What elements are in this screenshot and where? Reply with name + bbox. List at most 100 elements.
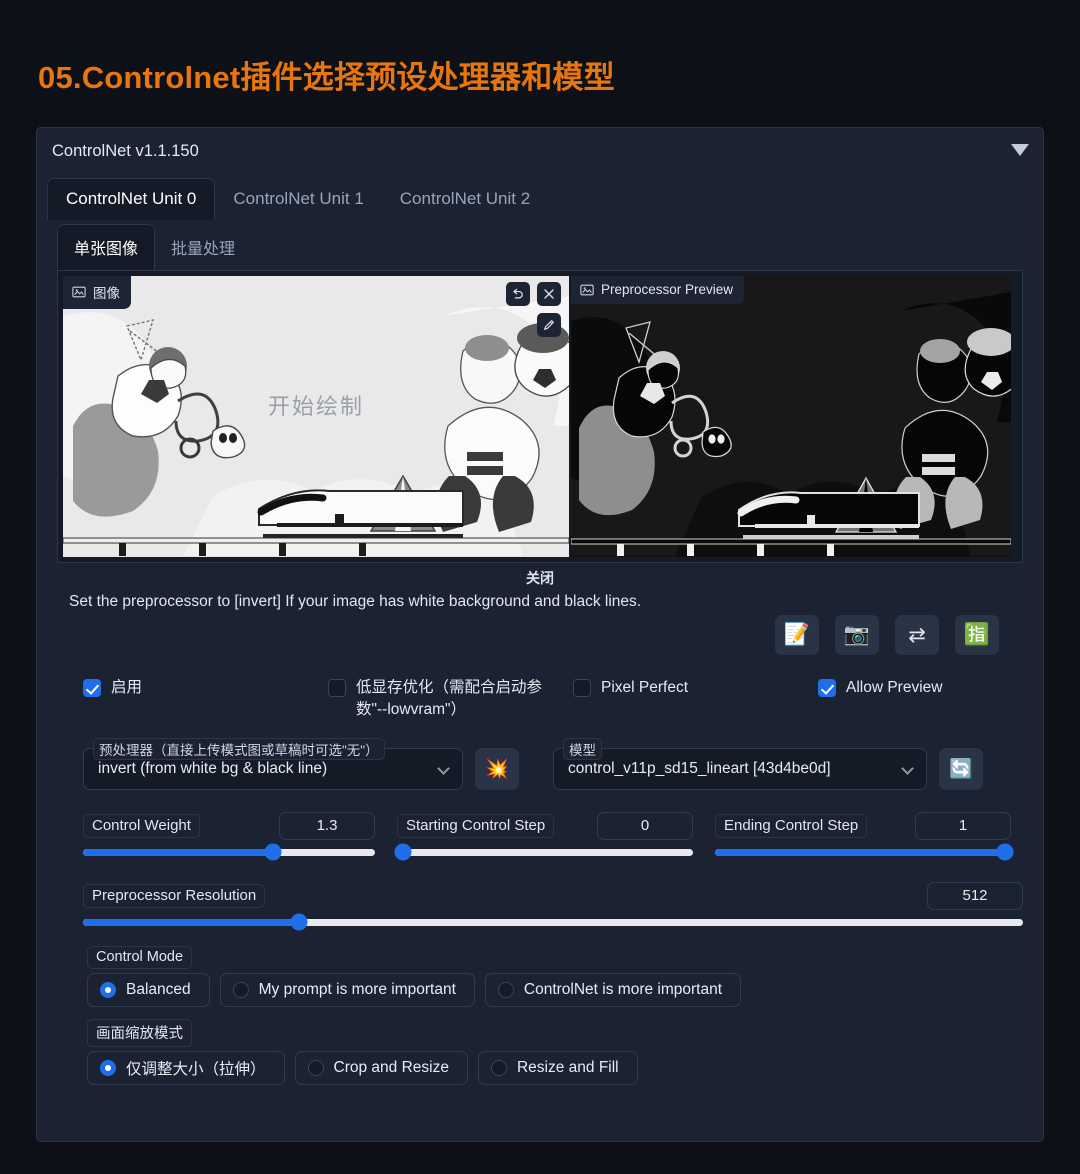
controlnet-panel: ControlNet v1.1.150 ControlNet Unit 0 Co…	[36, 127, 1044, 1142]
run-preprocessor-button[interactable]: 💥	[475, 747, 519, 790]
panel-title: ControlNet v1.1.150	[52, 142, 199, 160]
page-title: 05.Controlnet插件选择预设处理器和模型	[38, 60, 615, 95]
slider-fill	[83, 918, 300, 926]
radio-just-resize-label: 仅调整大小（拉伸）	[126, 1060, 266, 1078]
tab-controlnet-unit-0[interactable]: ControlNet Unit 0	[47, 178, 216, 220]
slider-thumb[interactable]	[394, 843, 412, 861]
sub-tab-bar: 单张图像 批量处理	[57, 224, 1033, 270]
slider-ending-control-step-track[interactable]	[715, 843, 1014, 861]
tab-single-image[interactable]: 单张图像	[57, 224, 156, 270]
checkbox-allow-preview-label: Allow Preview	[846, 679, 943, 696]
camera-button[interactable]: 📷	[835, 615, 879, 655]
close-icon[interactable]	[537, 282, 561, 306]
slider-preprocessor-resolution-label: Preprocessor Resolution	[83, 883, 266, 908]
radio-just-resize[interactable]: 仅调整大小（拉伸）	[87, 1050, 285, 1085]
image-icon	[580, 284, 594, 295]
preprocessor-hint: Set the preprocessor to [invert] If your…	[69, 593, 642, 610]
chevron-down-icon	[437, 762, 450, 775]
slider-starting-control-step-track[interactable]	[394, 843, 693, 861]
slider-thumb[interactable]	[290, 913, 308, 931]
radio-dot	[232, 981, 249, 998]
tab-controlnet-unit-1[interactable]: ControlNet Unit 1	[215, 179, 381, 220]
canvas-placeholder: 开始绘制	[267, 394, 365, 420]
action-button-row: 📝 📷 ⇄ 🈯	[47, 615, 999, 655]
model-selection-row: 预处理器（直接上传模式图或草稿时可选"无"） invert (from whit…	[83, 737, 1033, 790]
radio-dot	[490, 1059, 507, 1076]
checkbox-lowvram-label: 低显存优化（需配合启动参数"--lowvram"）	[356, 679, 543, 719]
canvas-button-group	[506, 282, 561, 306]
swap-button[interactable]: ⇄	[895, 615, 939, 655]
japanese-symbol-button[interactable]: 🈯	[955, 615, 999, 655]
radio-crop-and-resize[interactable]: Crop and Resize	[294, 1050, 468, 1085]
radio-balanced[interactable]: Balanced	[87, 972, 210, 1007]
model-label: 模型	[563, 737, 602, 760]
slider-starting-control-step-label: Starting Control Step	[397, 813, 555, 838]
resize-mode-options: 仅调整大小（拉伸） Crop and Resize Resize and Fil…	[87, 1050, 1033, 1085]
radio-dot	[100, 981, 116, 998]
radio-controlnet-important[interactable]: ControlNet is more important	[484, 972, 742, 1007]
slider-control-weight-label: Control Weight	[83, 813, 200, 838]
preprocessor-field: 预处理器（直接上传模式图或草稿时可选"无"） invert (from whit…	[83, 737, 463, 790]
checkbox-pixel-perfect-box[interactable]	[573, 679, 591, 697]
checkbox-allow-preview-box[interactable]	[818, 679, 836, 697]
checkbox-enable-label: 启用	[111, 679, 143, 696]
radio-resize-and-fill[interactable]: Resize and Fill	[477, 1050, 638, 1085]
slider-row-2: Preprocessor Resolution 512	[83, 881, 1023, 931]
radio-crop-and-resize-label: Crop and Resize	[333, 1058, 449, 1076]
slider-starting-control-step: Starting Control Step 0	[394, 811, 693, 861]
chevron-down-icon[interactable]	[1011, 144, 1029, 156]
preprocessor-label: 预处理器（直接上传模式图或草稿时可选"无"）	[93, 737, 385, 760]
option-checkbox-row: 启用 低显存优化（需配合启动参数"--lowvram"） Pixel Perfe…	[83, 677, 1033, 722]
slider-thumb[interactable]	[996, 843, 1014, 861]
radio-dot	[307, 1059, 324, 1076]
resize-mode-group: 画面缩放模式 仅调整大小（拉伸） Crop and Resize Resize …	[87, 1018, 1033, 1085]
checkbox-enable[interactable]: 启用	[83, 677, 328, 699]
edit-note-button[interactable]: 📝	[775, 615, 819, 655]
preprocessor-preview-tag-label: Preprocessor Preview	[601, 282, 734, 297]
model-select[interactable]: control_v11p_sd15_lineart [43d4be0d]	[553, 747, 927, 790]
chevron-down-icon	[901, 762, 914, 775]
refresh-models-button[interactable]: 🔄	[939, 747, 983, 790]
slider-thumb[interactable]	[264, 843, 282, 861]
model-field: 模型 control_v11p_sd15_lineart [43d4be0d]	[553, 737, 927, 790]
slider-fill	[83, 848, 273, 856]
slider-control-weight-track[interactable]	[83, 843, 375, 861]
radio-resize-and-fill-label: Resize and Fill	[516, 1058, 619, 1076]
tab-controlnet-unit-2[interactable]: ControlNet Unit 2	[382, 179, 548, 220]
panel-header[interactable]: ControlNet v1.1.150	[37, 128, 1043, 178]
unit-body: 单张图像 批量处理 图像 开始绘制 Preprocessor Preview 关…	[47, 220, 1033, 1085]
source-image-tag-label: 图像	[93, 286, 120, 301]
checkbox-pixel-perfect[interactable]: Pixel Perfect	[573, 677, 818, 699]
source-image-tag: 图像	[63, 276, 131, 309]
slider-starting-control-step-value[interactable]: 0	[597, 811, 693, 840]
slider-ending-control-step: Ending Control Step 1	[715, 811, 1014, 861]
slider-preprocessor-resolution-track[interactable]	[83, 913, 1023, 931]
checkbox-allow-preview[interactable]: Allow Preview	[818, 677, 942, 699]
control-mode-legend: Control Mode	[87, 945, 193, 969]
control-mode-group: Control Mode Balanced My prompt is more …	[87, 945, 1033, 1007]
resize-mode-legend: 画面缩放模式	[87, 1018, 192, 1047]
radio-controlnet-important-label: ControlNet is more important	[523, 980, 723, 998]
checkbox-lowvram-box[interactable]	[328, 679, 346, 697]
preprocessor-preview-pane[interactable]: Preprocessor Preview	[571, 276, 1011, 557]
pen-icon[interactable]	[537, 313, 561, 337]
preprocessor-preview-tag: Preprocessor Preview	[571, 276, 745, 304]
preview-illustration	[571, 276, 1011, 556]
model-value: control_v11p_sd15_lineart [43d4be0d]	[568, 759, 831, 777]
radio-dot	[497, 981, 514, 998]
slider-ending-control-step-value[interactable]: 1	[915, 811, 1011, 840]
slider-control-weight-value[interactable]: 1.3	[279, 811, 375, 840]
slider-preprocessor-resolution-value[interactable]: 512	[927, 881, 1023, 910]
slider-ending-control-step-label: Ending Control Step	[715, 813, 868, 838]
close-preview-label[interactable]: 关闭	[58, 568, 1022, 588]
slider-control-weight: Control Weight 1.3	[83, 811, 375, 861]
radio-my-prompt-important[interactable]: My prompt is more important	[219, 972, 475, 1007]
image-panels: 图像 开始绘制 Preprocessor Preview 关闭	[57, 270, 1023, 586]
image-icon	[72, 286, 86, 298]
tab-batch-process[interactable]: 批量处理	[155, 225, 251, 270]
checkbox-lowvram[interactable]: 低显存优化（需配合启动参数"--lowvram"）	[328, 677, 573, 722]
source-image-pane[interactable]: 图像 开始绘制	[63, 276, 569, 557]
preprocessor-value: invert (from white bg & black line)	[98, 759, 328, 777]
checkbox-enable-box[interactable]	[83, 679, 101, 697]
undo-icon[interactable]	[506, 282, 530, 306]
